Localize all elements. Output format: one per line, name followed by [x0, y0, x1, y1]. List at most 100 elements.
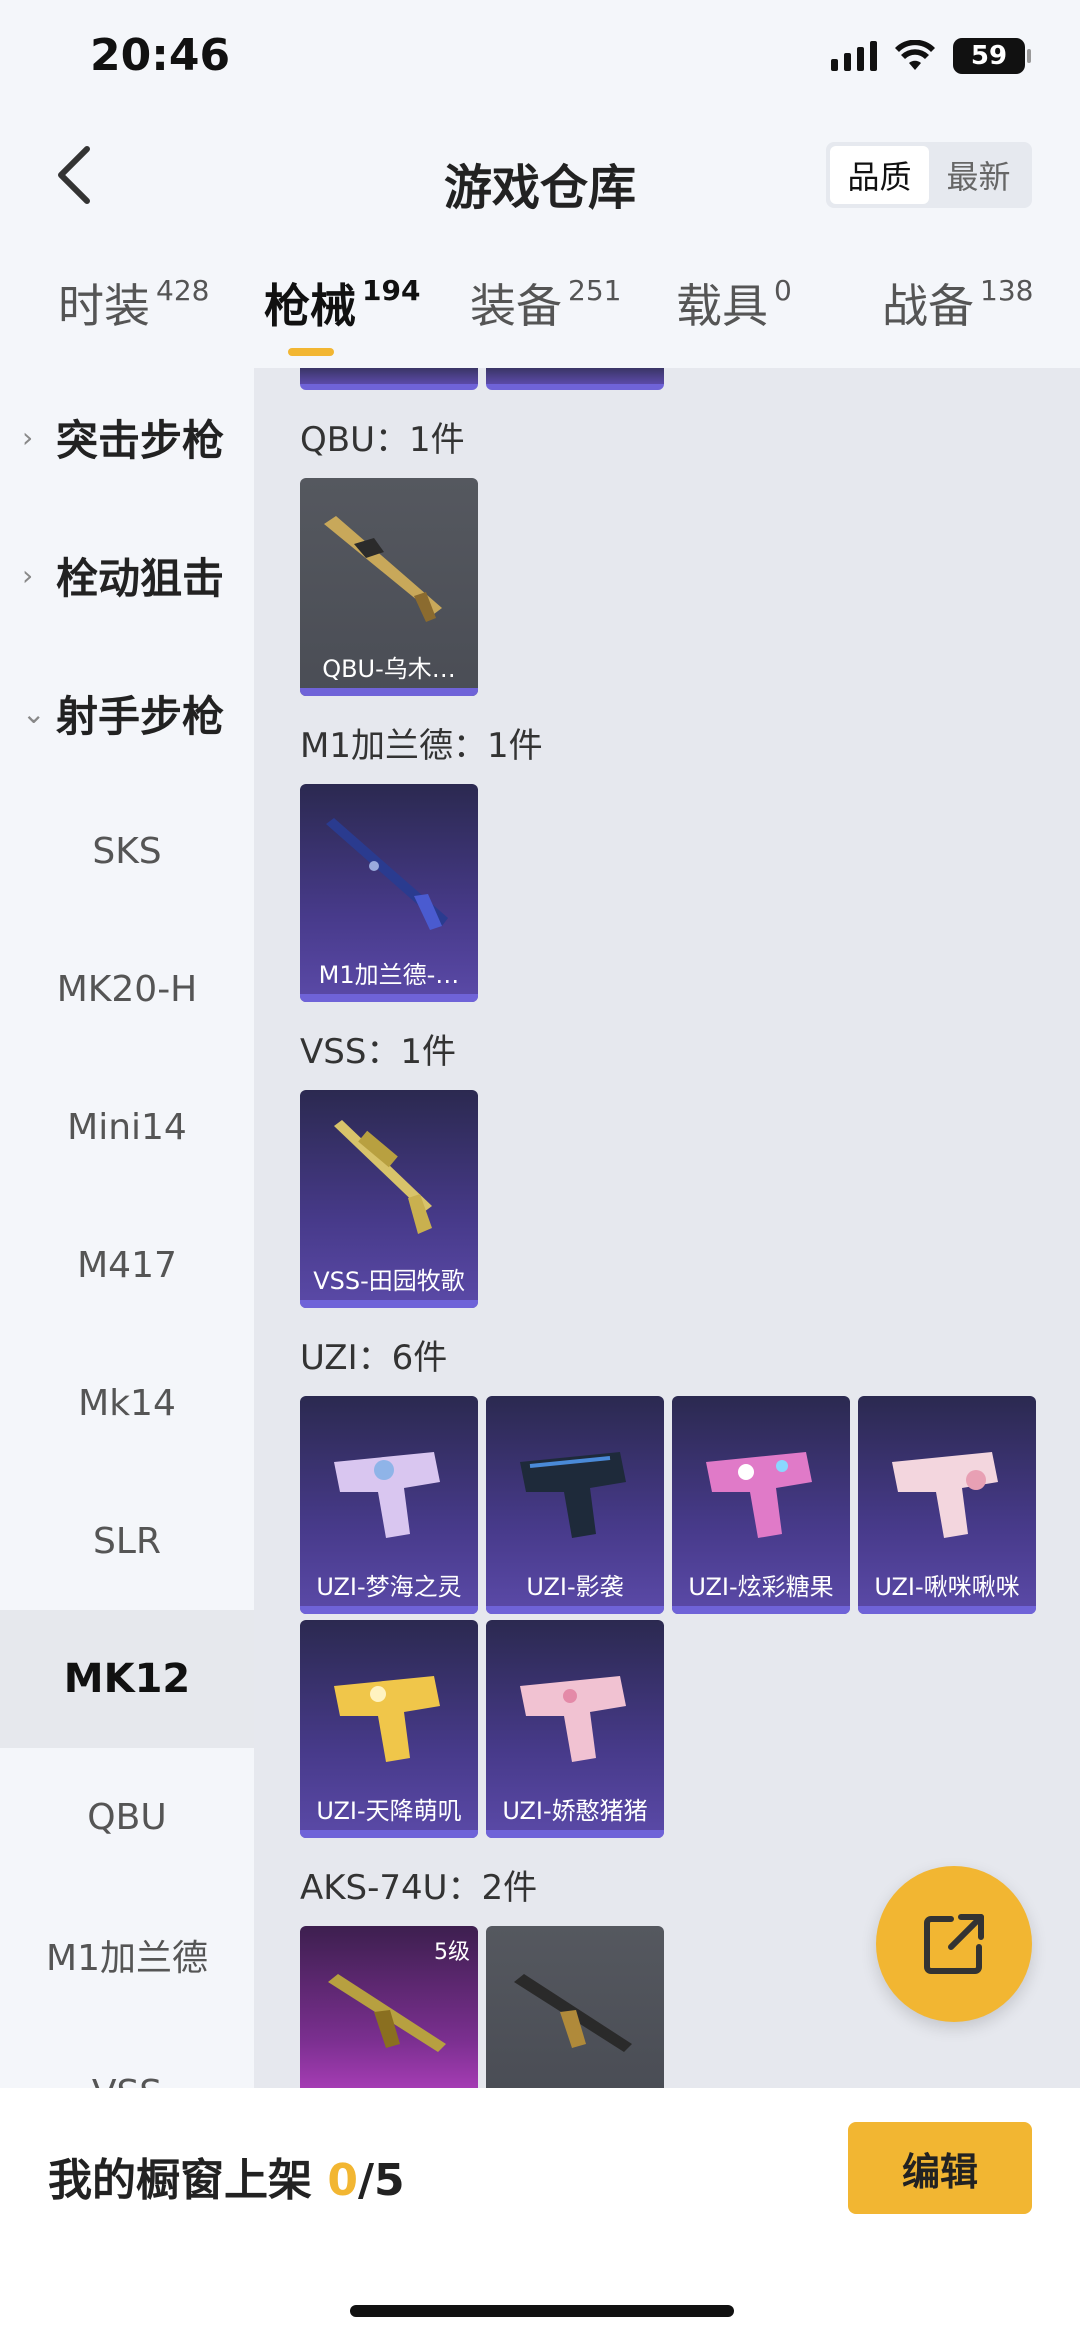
sidebar-item-mk14[interactable]: Mk14	[0, 1334, 254, 1472]
weapon-card[interactable]: UZI-梦海之灵	[300, 1396, 478, 1614]
external-link-icon	[924, 1914, 984, 1974]
sidebar-group-assault-rifle[interactable]: › 突击步枪	[0, 368, 254, 506]
weapon-card[interactable]	[486, 1926, 664, 2088]
sidebar-group-label: 射手步枪	[56, 691, 225, 741]
weapon-card[interactable]: UZI-天降萌叽	[300, 1620, 478, 1838]
sidebar-item-mini14[interactable]: Mini14	[0, 1058, 254, 1196]
category-tabs: 时装 428 枪械 194 装备 251 载具 0 战备 138	[0, 270, 1080, 368]
tab-weapons[interactable]: 枪械 194	[264, 270, 420, 336]
tab-count: 138	[980, 274, 1034, 307]
sniper-icon	[334, 1120, 432, 1234]
home-indicator[interactable]	[350, 2305, 734, 2317]
status-bar: 20:46 59	[0, 0, 1080, 120]
weapon-card[interactable]: UZI-影袭	[486, 1396, 664, 1614]
sidebar-group-bolt-sniper[interactable]: › 栓动狙击	[0, 506, 254, 644]
tab-count: 194	[362, 274, 421, 307]
rarity-bar	[300, 1606, 478, 1614]
sidebar-group-marksman-rifle[interactable]: ⌄ 射手步枪	[0, 644, 254, 782]
chevron-down-icon: ⌄	[22, 696, 46, 730]
weapon-card[interactable]: UZI-娇憨猪猪	[486, 1620, 664, 1838]
showcase-label: 我的橱窗上架	[48, 2155, 312, 2206]
smg-icon	[514, 1974, 632, 2052]
section-title: M1加兰德：1件	[300, 726, 543, 766]
weapon-name: UZI-炫彩糖果	[688, 1573, 834, 1601]
weapon-name: UZI-影袭	[526, 1573, 624, 1601]
sort-newest-button[interactable]: 最新	[929, 146, 1028, 204]
tab-equipment[interactable]: 装备 251	[470, 270, 621, 336]
tab-count: 428	[156, 274, 210, 307]
rifle-icon	[324, 516, 442, 622]
sidebar-group-label: 栓动狙击	[56, 553, 225, 603]
tab-fashion[interactable]: 时装 428	[58, 270, 209, 336]
smg-icon	[520, 1452, 626, 1538]
showcase-current-count: 0	[327, 2155, 358, 2206]
tab-label: 战备	[882, 279, 974, 333]
edit-button[interactable]: 编辑	[848, 2122, 1032, 2214]
weapon-name: VSS-田园牧歌	[313, 1267, 465, 1295]
weapon-card[interactable]: QBU-乌木…	[300, 478, 478, 696]
signal-icon	[831, 41, 877, 71]
rarity-bar	[300, 688, 478, 696]
showcase-total: /5	[357, 2155, 405, 2206]
weapon-name: UZI-梦海之灵	[316, 1573, 462, 1601]
rarity-bar	[300, 1300, 478, 1308]
tab-count: 251	[568, 274, 622, 307]
weapon-name: UZI-天降萌叽	[316, 1797, 462, 1825]
smg-icon	[520, 1676, 626, 1762]
tab-label: 时装	[58, 279, 150, 333]
sidebar-item-qbu[interactable]: QBU	[0, 1748, 254, 1886]
sidebar-item-m417[interactable]: M417	[0, 1196, 254, 1334]
chevron-right-icon: ›	[22, 558, 34, 592]
weapon-card[interactable]: M1加兰德-…	[300, 784, 478, 1002]
rarity-bar	[858, 1606, 1036, 1614]
rarity-bar	[672, 1606, 850, 1614]
smg-icon	[892, 1452, 998, 1538]
sidebar-item-vss[interactable]: VSS	[0, 2024, 254, 2089]
weapon-name: UZI-娇憨猪猪	[502, 1797, 648, 1825]
rarity-bar	[486, 1830, 664, 1838]
status-time: 20:46	[90, 30, 231, 81]
sidebar: › 突击步枪 › 栓动狙击 ⌄ 射手步枪 SKS MK20-H Mini14 M…	[0, 368, 254, 2088]
weapon-card[interactable]: VSS-田园牧歌	[300, 1090, 478, 1308]
sort-quality-button[interactable]: 品质	[830, 146, 929, 204]
tab-vehicles[interactable]: 载具 0	[676, 270, 792, 336]
rarity-bar	[486, 1606, 664, 1614]
tab-label: 装备	[470, 279, 562, 333]
sidebar-item-sks[interactable]: SKS	[0, 782, 254, 920]
active-tab-indicator	[288, 348, 334, 356]
header: 游戏仓库 品质 最新	[0, 120, 1080, 240]
battery-icon: 59	[953, 38, 1031, 74]
weapon-card[interactable]: UZI-炫彩糖果	[672, 1396, 850, 1614]
sort-toggle: 品质 最新	[826, 142, 1032, 208]
bottom-bar: 我的橱窗上架 0/5 编辑	[0, 2088, 1080, 2339]
partial-weapon-card[interactable]	[486, 368, 664, 390]
section-title: QBU：1件	[300, 420, 465, 460]
chevron-right-icon: ›	[22, 420, 34, 454]
section-title: AKS-74U：2件	[300, 1868, 538, 1908]
sidebar-item-slr[interactable]: SLR	[0, 1472, 254, 1610]
smg-icon	[706, 1452, 812, 1538]
smg-icon	[334, 1452, 440, 1538]
sidebar-item-m1-garand[interactable]: M1加兰德	[0, 1886, 254, 2024]
weapon-list[interactable]: QBU：1件 QBU-乌木… M1加兰德：1件 M1加兰德-… VSS：1件 V…	[254, 368, 1080, 2088]
rarity-bar	[300, 1830, 478, 1838]
section-title: UZI：6件	[300, 1338, 448, 1378]
tab-count: 0	[774, 274, 792, 307]
smg-icon	[328, 1974, 446, 2052]
share-button[interactable]	[876, 1866, 1032, 2022]
weapon-card[interactable]: UZI-啾咪啾咪	[858, 1396, 1036, 1614]
status-icons: 59	[831, 38, 1031, 74]
weapon-name: UZI-啾咪啾咪	[874, 1573, 1020, 1601]
weapon-card[interactable]: 5级	[300, 1926, 478, 2088]
rifle-icon	[326, 818, 448, 930]
tab-label: 载具	[676, 279, 768, 333]
sidebar-item-mk20h[interactable]: MK20-H	[0, 920, 254, 1058]
sidebar-group-label: 突击步枪	[56, 415, 225, 465]
section-title: VSS：1件	[300, 1032, 457, 1072]
smg-icon	[334, 1676, 440, 1762]
partial-weapon-card[interactable]	[300, 368, 478, 390]
sidebar-item-mk12[interactable]: MK12	[0, 1610, 254, 1748]
tab-label: 枪械	[264, 279, 356, 333]
showcase-status: 我的橱窗上架 0/5	[48, 2144, 405, 2208]
tab-supplies[interactable]: 战备 138	[882, 270, 1033, 336]
